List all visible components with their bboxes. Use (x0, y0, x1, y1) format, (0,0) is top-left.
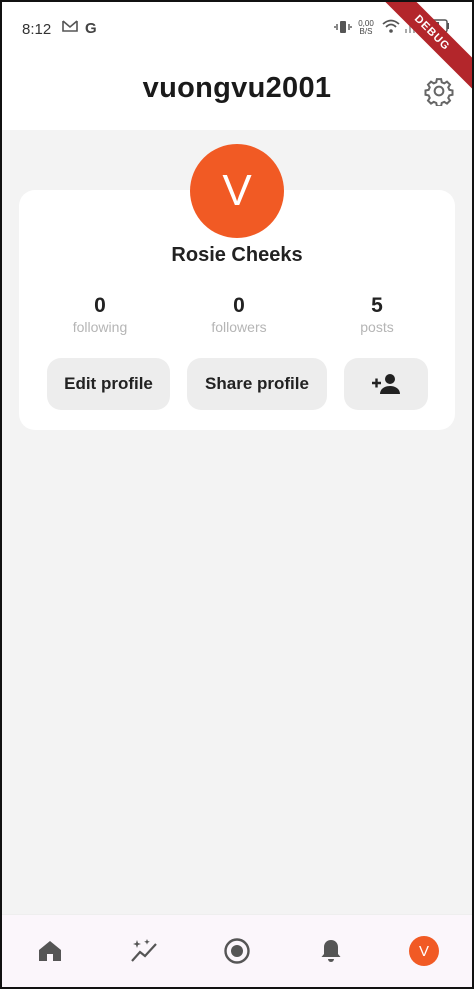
stat-followers[interactable]: 0 followers (179, 294, 299, 335)
vibrate-icon (334, 19, 352, 38)
nav-avatar-letter: V (418, 942, 429, 960)
nav-trending[interactable] (126, 933, 162, 969)
nav-home[interactable] (32, 933, 68, 969)
edit-profile-button[interactable]: Edit profile (47, 358, 170, 410)
net-speed: 0,00 B/S (358, 19, 374, 36)
status-time: 8:12 (22, 21, 52, 38)
app-bar: vuongvu2001 (2, 60, 472, 130)
nav-record[interactable] (219, 933, 255, 969)
home-icon (39, 941, 61, 961)
followers-label: followers (211, 319, 267, 335)
page-title: vuongvu2001 (142, 72, 332, 104)
display-name: Rosie Cheeks (171, 244, 303, 266)
record-icon (224, 938, 250, 964)
gear-icon (424, 78, 454, 108)
bell-icon (321, 940, 341, 962)
gmail-icon (62, 19, 78, 36)
following-count: 0 (94, 294, 106, 317)
followers-count: 0 (233, 294, 245, 317)
posts-label: posts (360, 319, 394, 335)
nav-profile[interactable]: V (406, 933, 442, 969)
add-friend-button[interactable] (344, 358, 428, 410)
stat-posts[interactable]: 5 posts (317, 294, 437, 335)
wifi-icon (382, 19, 400, 36)
profile-avatar[interactable]: V (190, 144, 284, 238)
nav-avatar: V (409, 936, 439, 966)
share-profile-button[interactable]: Share profile (187, 358, 327, 410)
app-frame: 8:12 G 0,00 B/S DEBUG vuongvu2001 V Rosi… (0, 0, 474, 989)
google-icon: G (85, 20, 97, 37)
avatar-letter: V (222, 166, 252, 215)
settings-button[interactable] (424, 76, 454, 108)
person-add-icon (372, 374, 400, 394)
following-label: following (72, 319, 128, 335)
stat-following[interactable]: 0 following (40, 294, 160, 335)
nav-notifications[interactable] (313, 933, 349, 969)
sparkle-trend-icon (131, 939, 157, 962)
posts-count: 5 (371, 294, 383, 317)
bottom-navigation: V (2, 914, 472, 987)
